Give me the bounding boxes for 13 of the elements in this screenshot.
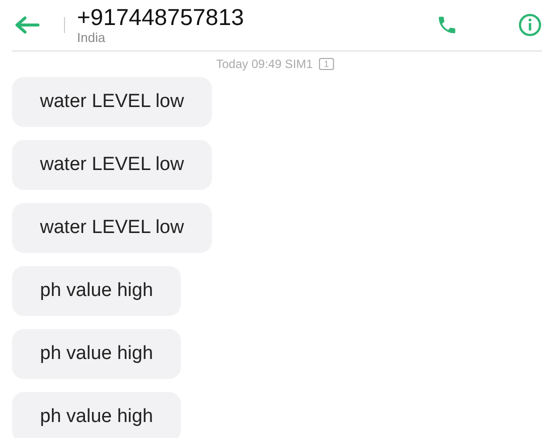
message-bubble: water LEVEL low [12,77,212,127]
message-bubble: water LEVEL low [12,140,212,190]
sim-badge: 1 [318,58,334,70]
message-bubble: ph value high [12,392,182,438]
info-icon[interactable] [518,13,542,37]
back-arrow-icon[interactable] [14,16,40,34]
message-bubble: ph value high [12,266,182,316]
message-bubble: water LEVEL low [12,203,212,253]
message-timestamp: Today 09:49 SIM1 [216,57,313,71]
contact-country: India [77,30,106,46]
phone-icon[interactable] [436,14,458,36]
message-bubble: ph value high [12,329,182,379]
contact-number: +917448757813 [77,4,245,30]
